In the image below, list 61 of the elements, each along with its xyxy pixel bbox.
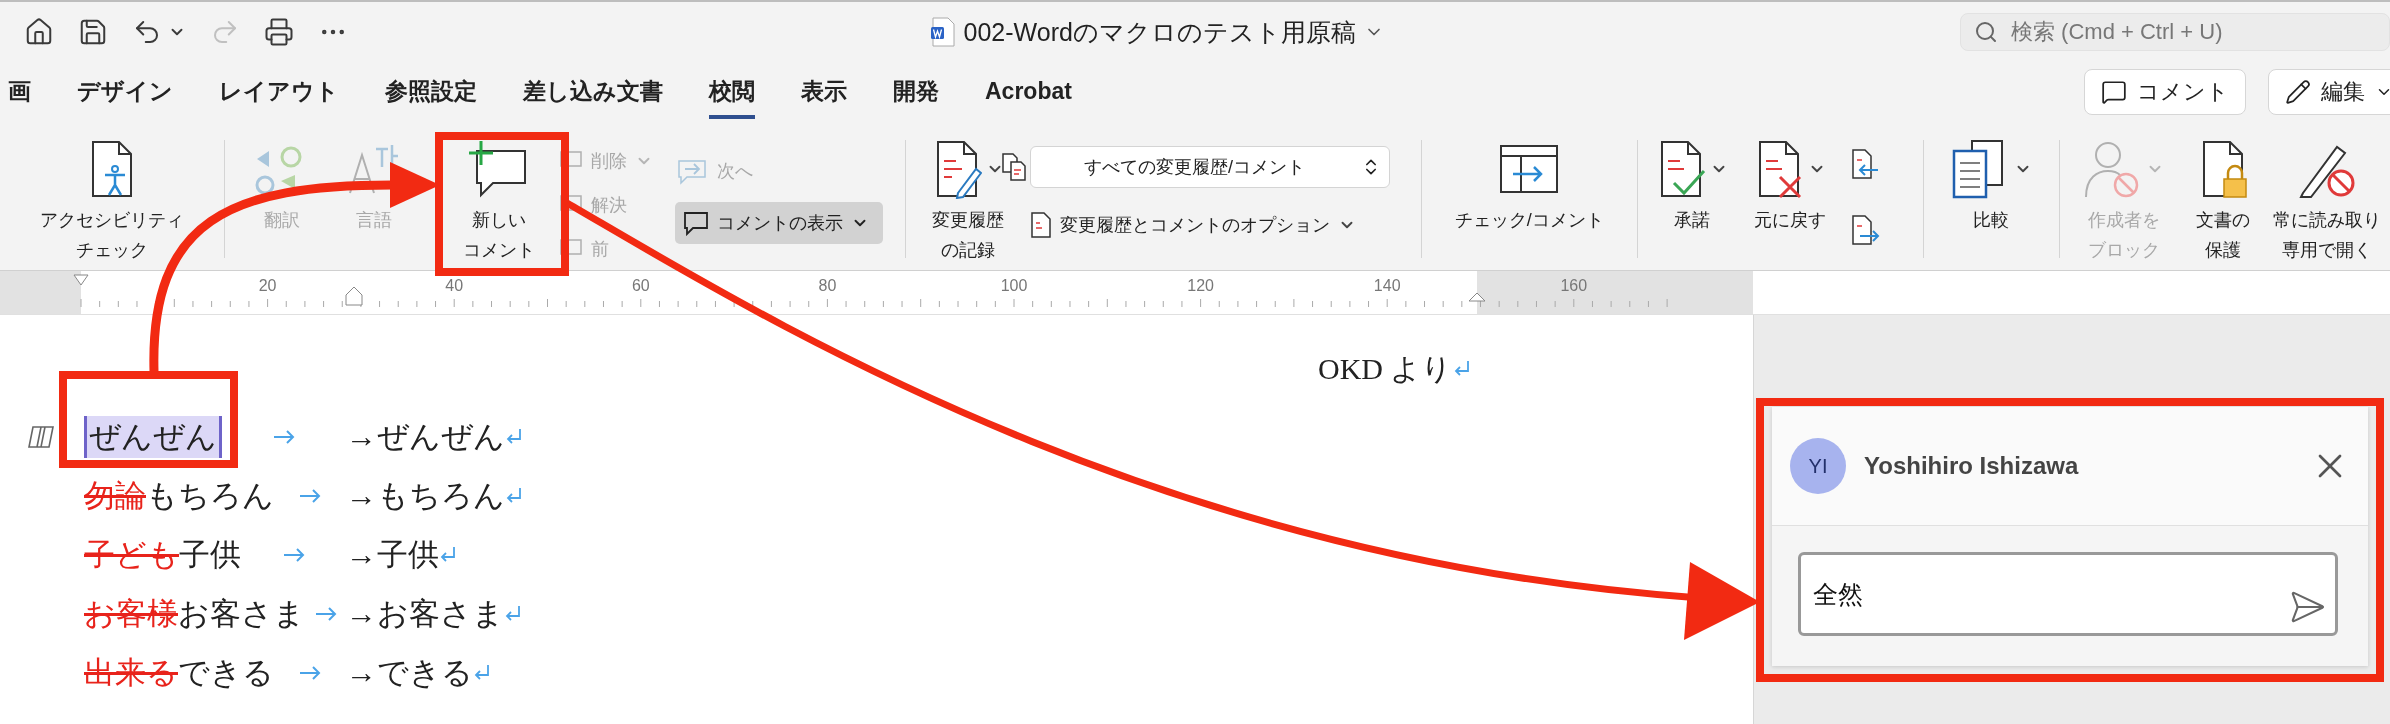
show-comments-button[interactable]: コメントの表示 xyxy=(674,202,883,244)
window-title: 002-Wordのマクロのテスト用原稿 xyxy=(963,16,1356,48)
comments-button[interactable]: コメント xyxy=(2084,69,2246,115)
deleted-text: 子ども xyxy=(84,535,179,574)
inserted-text: もちろん xyxy=(146,476,274,515)
tab-mark-icon xyxy=(273,428,295,445)
inserted-text: 子供 xyxy=(179,535,241,574)
document-icon xyxy=(929,17,956,47)
comment-icon xyxy=(682,210,709,236)
ribbon-tab[interactable]: Acrobat xyxy=(985,67,1072,117)
documents-icon xyxy=(1000,152,1029,182)
ruler-number: 20 xyxy=(258,277,277,295)
new-comment-button[interactable]: 新しい コメント xyxy=(446,136,551,263)
deleted-text: 出来る xyxy=(84,653,178,692)
ruler-number: 40 xyxy=(445,277,464,295)
ribbon-tab[interactable]: レイアウト xyxy=(219,65,339,119)
deleted-text: 勿論 xyxy=(84,476,146,515)
ruler-number: 60 xyxy=(631,277,650,295)
inserted-text: できる xyxy=(178,653,274,692)
search-field[interactable]: 検索 (Cmd + Ctrl + U) xyxy=(1960,13,2390,51)
accessibility-check-button[interactable]: アクセシビリティ チェック xyxy=(26,136,197,263)
commented-text: ぜんぜん xyxy=(84,415,222,458)
protect-document-button[interactable]: 文書の 保護 xyxy=(2188,136,2259,263)
body-text: OKD より xyxy=(1318,350,1453,387)
read-only-button[interactable]: 常に読み取り 専用で開く xyxy=(2272,136,2383,263)
editing-button[interactable]: 編集 xyxy=(2268,69,2390,115)
tab-mark-icon xyxy=(314,605,337,622)
ruler-number: 120 xyxy=(1187,277,1214,295)
tab-mark-icon xyxy=(282,546,305,563)
accept-button[interactable]: 承諾 xyxy=(1652,136,1733,233)
ribbon-tab[interactable]: 画 xyxy=(8,65,31,119)
ribbon-tab[interactable]: 表示 xyxy=(801,65,847,119)
search-icon xyxy=(1974,20,1998,44)
result-text: →子供 xyxy=(346,535,439,574)
comment-icon xyxy=(2101,79,2127,105)
ribbon-tab[interactable]: 校閲 xyxy=(709,65,755,119)
tab-mark-icon xyxy=(299,664,321,681)
compare-button[interactable]: 比較 xyxy=(1941,136,2042,233)
ruler-number: 100 xyxy=(1000,277,1028,295)
check-comment-button[interactable]: チェック/コメント xyxy=(1439,136,1620,233)
avatar: YI xyxy=(1790,438,1846,494)
result-text: →もちろん xyxy=(346,476,505,515)
result-text: →お客さま xyxy=(346,594,504,633)
deleted-text: お客様 xyxy=(84,594,178,633)
ruler-number: 140 xyxy=(1373,277,1401,295)
ruler-number: 80 xyxy=(818,277,837,295)
ribbon-tab[interactable]: デザイン xyxy=(77,65,173,119)
ruler-number: 160 xyxy=(1560,277,1588,295)
ribbon-tab[interactable]: 開発 xyxy=(893,65,939,119)
ribbon-tab[interactable]: 差し込み文書 xyxy=(523,65,663,119)
result-text: →ぜんぜん xyxy=(346,417,505,456)
markup-options-button[interactable]: 変更履歴とコメントのオプション xyxy=(1029,208,1407,242)
reject-button[interactable]: 元に戻す xyxy=(1744,136,1837,233)
inserted-text: お客さま xyxy=(178,594,305,633)
ribbon-tab[interactable]: 参照設定 xyxy=(385,65,477,119)
comment-field[interactable]: 全然 xyxy=(1798,552,2338,636)
document-icon xyxy=(1029,211,1052,239)
tab-mark-icon xyxy=(299,487,321,504)
comment-author: Yoshihiro Ishizawa xyxy=(1864,452,2080,480)
pencil-icon xyxy=(2285,79,2311,105)
result-text: →できる xyxy=(346,653,473,692)
